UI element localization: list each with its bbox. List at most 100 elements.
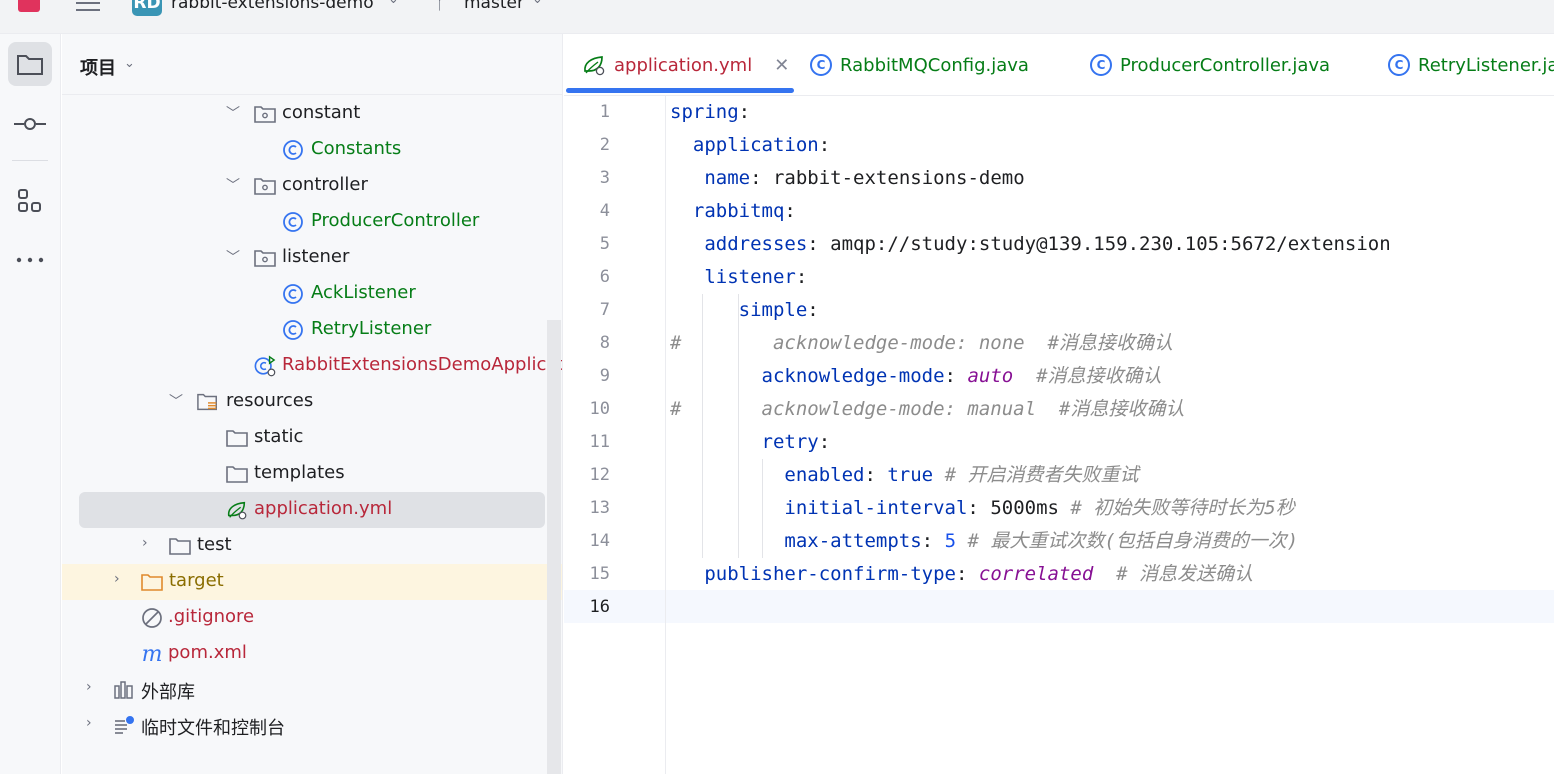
package-folder-icon — [254, 103, 276, 125]
project-tool-button[interactable] — [8, 42, 52, 86]
tree-item-resources[interactable]: ﹀ resources — [62, 384, 548, 420]
code-editor[interactable]: 1 2 3 4 5 6 7 8 9 10 11 12 13 14 15 16 s… — [564, 96, 1554, 774]
tab-label: RabbitMQConfig.java — [840, 54, 1029, 76]
chevron-down-icon[interactable]: ﹀ — [169, 391, 183, 411]
chevron-right-icon[interactable]: › — [86, 715, 92, 731]
line-number: 1 — [599, 102, 610, 122]
tree-item-label: controller — [282, 174, 368, 195]
line-number: 3 — [599, 168, 610, 188]
tree-item-label: test — [197, 534, 232, 555]
branch-icon[interactable]: ᚴ — [436, 0, 446, 13]
tab-rabbitmqconfig[interactable]: C RabbitMQConfig.java — [810, 34, 1029, 96]
tree-item-external-libraries[interactable]: › 外部库 — [62, 672, 548, 708]
code-line: # acknowledge-mode: manual #消息接收确认 — [670, 398, 1185, 420]
project-name[interactable]: rabbit-extensions-demo — [171, 0, 374, 13]
tab-retrylistener[interactable]: C RetryListener.java — [1388, 34, 1554, 96]
code-line: # acknowledge-mode: none #消息接收确认 — [670, 332, 1173, 354]
tree-item-application-class[interactable]: RabbitExtensionsDemoApplicatio — [62, 348, 562, 384]
tree-item-label: Constants — [311, 138, 402, 159]
title-bar: RD rabbit-extensions-demo ⌄ ᚴ master ⌄ — [0, 0, 1554, 34]
tree-item-producercontroller[interactable]: ProducerController — [62, 204, 548, 240]
editor-tabs: application.yml ✕ C RabbitMQConfig.java … — [564, 34, 1554, 96]
tree-item-label: RetryListener — [311, 318, 432, 339]
spring-yaml-icon — [584, 56, 605, 76]
code-line: retry: — [761, 431, 831, 453]
tree-item-templates[interactable]: templates — [62, 456, 548, 492]
line-number: 11 — [589, 432, 610, 452]
structure-tool-button[interactable] — [8, 179, 52, 223]
tree-item-label: pom.xml — [168, 642, 247, 663]
folder-icon — [226, 463, 248, 485]
tree-item-label: 外部库 — [141, 682, 195, 703]
tab-application-yml[interactable]: application.yml ✕ — [582, 34, 789, 96]
tree-item-label: 临时文件和控制台 — [141, 718, 285, 739]
chevron-right-icon[interactable]: › — [142, 535, 148, 551]
tree-item-constant[interactable]: ﹀ constant — [62, 96, 548, 132]
code-line: initial-interval: 5000ms # 初始失败等待时长为5秒 — [784, 497, 1295, 519]
tab-label: ProducerController.java — [1120, 54, 1331, 76]
resources-folder-icon — [197, 391, 219, 413]
tree-item-target[interactable]: › target — [62, 564, 562, 600]
scrollbar[interactable] — [547, 320, 561, 774]
tab-producercontroller[interactable]: C ProducerController.java — [1090, 34, 1330, 96]
tree-item-label: .gitignore — [168, 606, 255, 627]
main-menu-icon[interactable] — [76, 0, 102, 16]
app-logo-icon[interactable] — [18, 0, 40, 12]
more-tools-button[interactable] — [8, 238, 52, 282]
tree-item-label: constant — [282, 102, 361, 123]
tree-item-label: static — [254, 426, 304, 447]
line-number: 16 — [589, 597, 610, 617]
code-line: rabbitmq: — [692, 200, 796, 222]
tree-item-label: listener — [282, 246, 350, 267]
chevron-right-icon[interactable]: › — [86, 679, 92, 695]
code-line: simple: — [738, 299, 819, 321]
tree-item-label: AckListener — [311, 282, 416, 303]
tree-item-label: templates — [254, 462, 345, 483]
excluded-folder-icon — [141, 571, 163, 593]
tree-item-listener[interactable]: ﹀ listener — [62, 240, 548, 276]
tree-item-static[interactable]: static — [62, 420, 548, 456]
project-badge[interactable]: RD — [132, 0, 162, 16]
commit-icon — [14, 118, 46, 130]
folder-icon — [17, 55, 43, 75]
panel-title[interactable]: 项目 — [80, 54, 116, 80]
line-number: 7 — [599, 300, 610, 320]
chevron-down-icon[interactable]: ⌄ — [532, 0, 543, 7]
class-icon: C — [1388, 54, 1410, 76]
chevron-down-icon[interactable]: ﹀ — [226, 103, 240, 123]
maven-icon: m — [141, 641, 163, 667]
tool-window-strip — [0, 34, 61, 774]
code-line: spring: — [670, 101, 751, 123]
close-icon[interactable]: ✕ — [774, 55, 789, 76]
tree-item-pom-xml[interactable]: m pom.xml — [62, 636, 548, 672]
tree-item-application-yml[interactable]: application.yml — [79, 492, 545, 528]
line-number: 5 — [599, 234, 610, 254]
chevron-down-icon[interactable]: ⌄ — [388, 0, 399, 7]
spring-yaml-icon — [226, 499, 248, 521]
class-icon — [282, 139, 304, 161]
line-number: 10 — [589, 399, 610, 419]
class-icon: C — [810, 54, 832, 76]
commit-tool-button[interactable] — [8, 102, 52, 146]
chevron-down-icon[interactable]: ﹀ — [226, 175, 240, 195]
folder-icon — [169, 535, 191, 557]
line-number: 12 — [589, 465, 610, 485]
code-line: max-attempts: 5 # 最大重试次数(包括自身消费的一次) — [784, 530, 1299, 552]
tree-item-scratches[interactable]: › 临时文件和控制台 — [62, 708, 548, 744]
chevron-right-icon[interactable]: › — [114, 571, 120, 587]
tree-item-gitignore[interactable]: .gitignore — [62, 600, 548, 636]
tree-item-label: application.yml — [254, 498, 393, 519]
project-panel: 项目 ⌄ ﹀ constant Constants ﹀ controller P… — [62, 34, 563, 774]
tree-item-test[interactable]: › test — [62, 528, 548, 564]
tree-item-controller[interactable]: ﹀ controller — [62, 168, 548, 204]
line-number: 8 — [599, 333, 610, 353]
line-number: 6 — [599, 267, 610, 287]
tree-item-acklistener[interactable]: AckListener — [62, 276, 548, 312]
gutter-divider — [665, 96, 666, 774]
tree-item-retrylistener[interactable]: RetryListener — [62, 312, 548, 348]
branch-name[interactable]: master — [464, 0, 524, 13]
tree-item-constants[interactable]: Constants — [62, 132, 548, 168]
chevron-down-icon[interactable]: ⌄ — [124, 56, 135, 71]
chevron-down-icon[interactable]: ﹀ — [226, 247, 240, 267]
tree-item-label: RabbitExtensionsDemoApplicatio — [282, 354, 563, 375]
